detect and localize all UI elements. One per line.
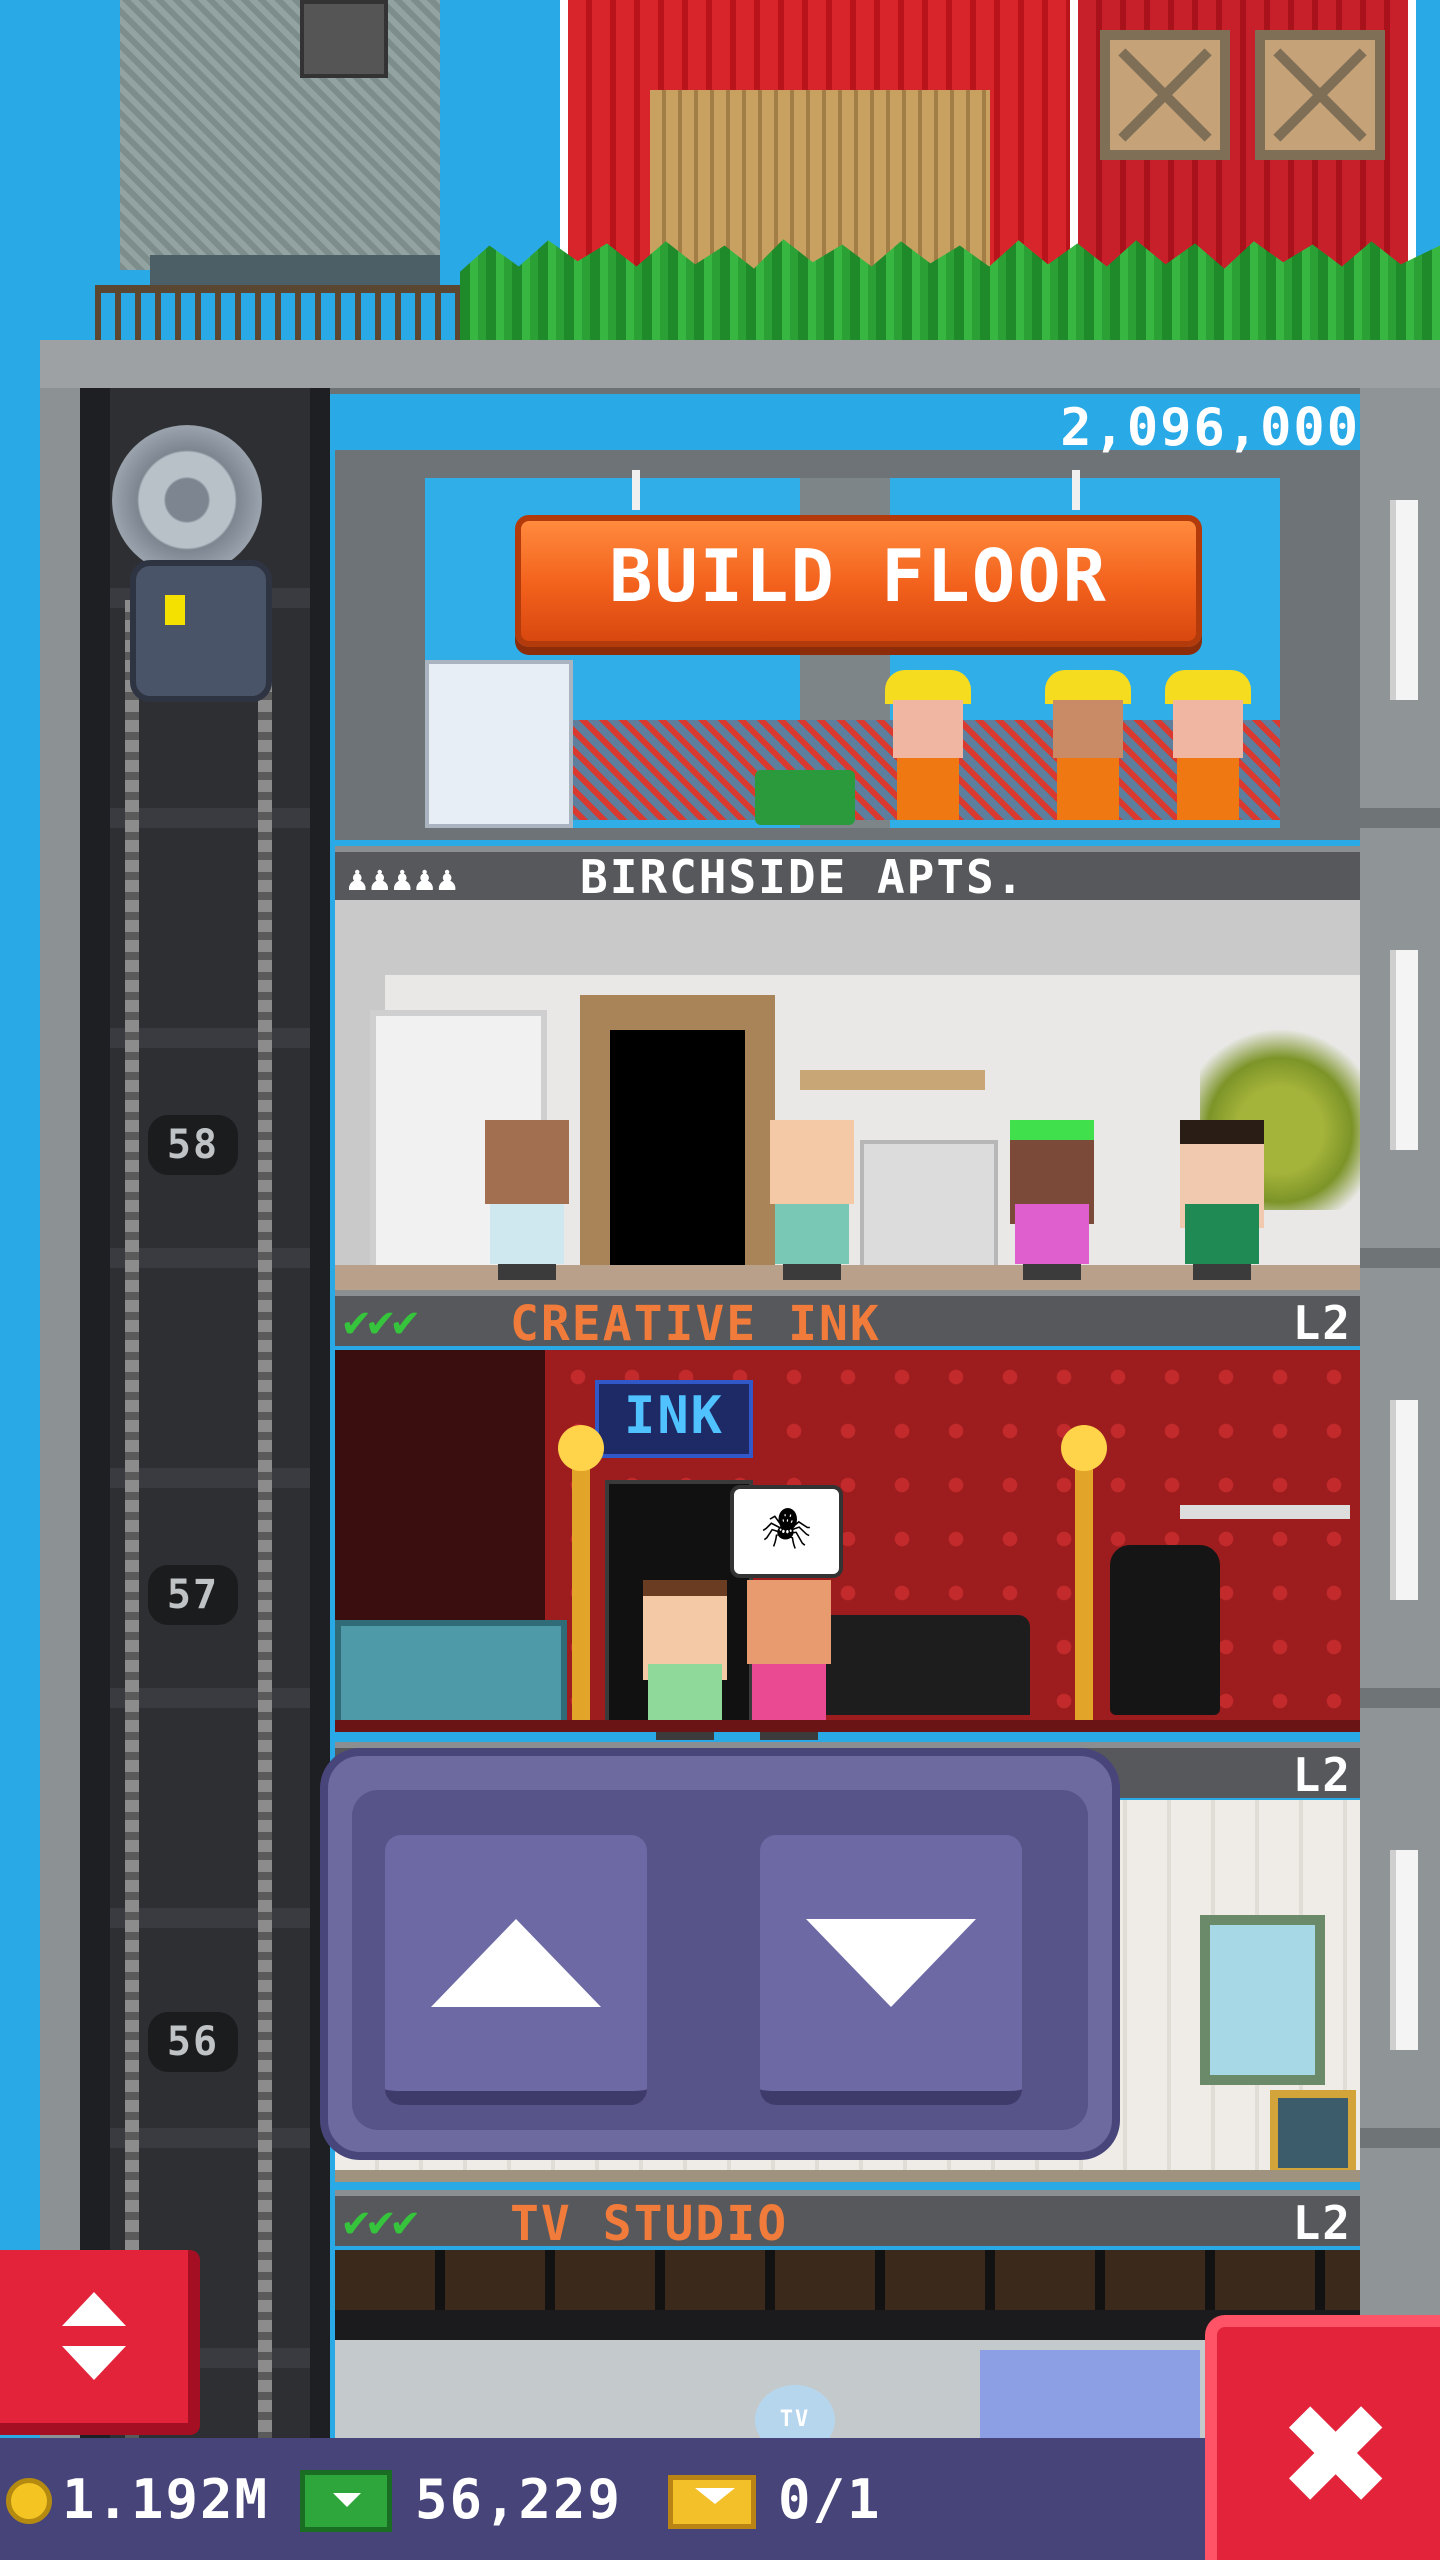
bitizen[interactable] bbox=[638, 1580, 728, 1740]
tower-window bbox=[1390, 1400, 1418, 1600]
coins-value[interactable]: 1.192M bbox=[62, 2468, 269, 2531]
studio-screen bbox=[980, 2350, 1200, 2450]
construction-worker bbox=[1165, 670, 1251, 820]
tower-window bbox=[1390, 1850, 1418, 2050]
floor-lamp bbox=[1061, 1425, 1107, 1725]
occupancy-icons: ♟♟♟♟♟ bbox=[347, 859, 460, 899]
arrow-up-icon bbox=[431, 1919, 601, 2007]
elevator-down-button[interactable] bbox=[760, 1835, 1022, 2105]
floor-label-bar[interactable]: ✔✔✔ TV STUDIO L2 bbox=[335, 2190, 1360, 2252]
elevator-up-button[interactable] bbox=[385, 1835, 647, 2105]
shaft-floor-number: 58 bbox=[148, 1115, 238, 1175]
floor-level: L2 bbox=[1292, 2196, 1352, 2250]
elevator-motor-light bbox=[165, 595, 185, 625]
close-icon: ✖ bbox=[1277, 2375, 1395, 2538]
tattoo-chair bbox=[1110, 1545, 1220, 1715]
lighting-rig bbox=[335, 2250, 1360, 2310]
apartment-doorway bbox=[610, 1030, 745, 1270]
golden-ticket-icon bbox=[668, 2475, 756, 2529]
bitizen[interactable] bbox=[480, 1120, 570, 1280]
close-button[interactable]: ✖ bbox=[1205, 2315, 1440, 2560]
construction-worker bbox=[1045, 670, 1131, 820]
picture-frame bbox=[1270, 2090, 1356, 2176]
ink-bottle-shelf bbox=[1180, 1505, 1350, 1519]
silo-base bbox=[150, 255, 440, 285]
tower-frame-left bbox=[40, 388, 80, 2438]
sofa bbox=[810, 1615, 1030, 1715]
floor-label-bar[interactable]: ♟♟♟♟♟ BIRCHSIDE APTS. bbox=[335, 846, 1360, 902]
ink-sign: INK bbox=[595, 1380, 753, 1458]
roof-ledge bbox=[40, 340, 1440, 394]
sign-hanger bbox=[1072, 470, 1080, 510]
barn-window bbox=[1255, 30, 1385, 160]
arrow-down-icon bbox=[806, 1919, 976, 2007]
floor-name: CREATIVE INK bbox=[510, 1296, 881, 1352]
build-floor-button[interactable]: BUILD FLOOR bbox=[515, 515, 1202, 647]
bitizen[interactable] bbox=[765, 1120, 855, 1280]
elevator-pulley-icon bbox=[112, 425, 262, 575]
retail-floorboards bbox=[335, 2170, 1360, 2182]
bitizen[interactable] bbox=[742, 1580, 832, 1740]
spider-speech-bubble-icon[interactable]: 🕷 bbox=[730, 1485, 843, 1578]
up-down-arrows-icon bbox=[62, 2292, 126, 2326]
barn-door bbox=[650, 90, 990, 270]
up-down-arrows-icon bbox=[62, 2346, 126, 2380]
silo-decoration bbox=[120, 0, 440, 270]
shaft-floor-number: 57 bbox=[148, 1565, 238, 1625]
shaft-floor-number: 56 bbox=[148, 2012, 238, 2072]
tower-window bbox=[1390, 500, 1418, 700]
fridge bbox=[860, 1140, 998, 1273]
bitizen[interactable] bbox=[1175, 1120, 1265, 1280]
material-crate bbox=[425, 660, 573, 828]
silo-vent bbox=[300, 0, 388, 78]
floor-level: L2 bbox=[1292, 1296, 1352, 1350]
retail-window bbox=[1200, 1915, 1325, 2085]
elevator-toggle-button[interactable] bbox=[0, 2250, 200, 2435]
floor-name: BIRCHSIDE APTS. bbox=[580, 850, 1026, 904]
tower-window bbox=[1390, 950, 1418, 1150]
floor-label-bar[interactable]: ✔✔✔ CREATIVE INK L2 bbox=[335, 1290, 1360, 1352]
stock-checkmarks: ✔✔✔ bbox=[343, 2196, 418, 2247]
elevator-cable bbox=[125, 600, 139, 2450]
golden-tickets-value[interactable]: 0/1 bbox=[778, 2468, 882, 2531]
construction-worker bbox=[885, 670, 971, 820]
floor-lamp bbox=[558, 1425, 604, 1725]
ink-floorboards bbox=[335, 1720, 1360, 1732]
floor-level: L2 bbox=[1292, 1748, 1352, 1802]
build-floor-cost: 2,096,000 bbox=[1060, 398, 1360, 458]
display-counter bbox=[335, 1620, 567, 1727]
coin-icon bbox=[6, 2478, 52, 2524]
tower-bux-value[interactable]: 56,229 bbox=[415, 2468, 622, 2531]
barn-window bbox=[1100, 30, 1230, 160]
toolbox-icon bbox=[755, 770, 855, 825]
elevator-motor bbox=[130, 560, 272, 702]
roof-fence bbox=[95, 285, 475, 345]
tower-bux-icon bbox=[300, 2470, 392, 2532]
floor-name: TV STUDIO bbox=[510, 2196, 789, 2252]
stock-checkmarks: ✔✔✔ bbox=[343, 1296, 418, 1347]
elevator-cable bbox=[258, 600, 272, 2450]
wall-shelf bbox=[800, 1070, 985, 1090]
sign-hanger bbox=[632, 470, 640, 510]
bitizen[interactable] bbox=[1005, 1120, 1095, 1280]
